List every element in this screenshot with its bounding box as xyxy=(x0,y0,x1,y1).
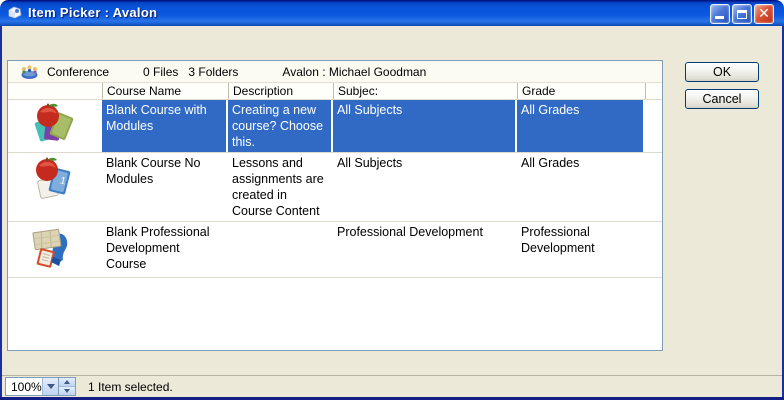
column-header-icon xyxy=(8,83,102,99)
maximize-button[interactable] xyxy=(732,4,752,24)
cell-gutter xyxy=(645,100,662,152)
chevron-down-icon xyxy=(64,389,70,393)
zoom-spinner xyxy=(59,377,76,396)
conference-header: Conference 0 Files 3 Folders Avalon : Mi… xyxy=(8,61,662,83)
cell-grade: Professional Development xyxy=(517,222,645,277)
zoom-level-value: 100% xyxy=(6,378,42,395)
window-title: Item Picker : Avalon xyxy=(28,5,157,21)
chevron-down-icon xyxy=(47,384,55,389)
conference-icon xyxy=(20,64,39,80)
item-list-panel: Conference 0 Files 3 Folders Avalon : Mi… xyxy=(7,60,663,351)
column-header-subject: Subjec: xyxy=(333,83,517,99)
close-button[interactable]: ✕ xyxy=(754,4,774,24)
cell-subject: All Subjects xyxy=(333,153,517,221)
row-icon-cell: 1 xyxy=(8,153,102,221)
minimize-button[interactable] xyxy=(710,4,730,24)
cell-description xyxy=(228,222,333,277)
cell-description: Lessons and assignments are created in C… xyxy=(228,153,333,221)
titlebar[interactable]: Item Picker : Avalon ✕ xyxy=(0,0,784,26)
zoom-level-combobox[interactable]: 100% xyxy=(5,377,59,396)
files-count: 0 Files xyxy=(143,65,178,79)
minimize-icon xyxy=(715,16,724,19)
owner-label: Avalon : Michael Goodman xyxy=(282,65,426,79)
column-header-description: Description xyxy=(228,83,333,99)
column-header-course-name: Course Name xyxy=(102,83,228,99)
row-icon-cell xyxy=(8,222,102,277)
close-icon: ✕ xyxy=(758,7,770,21)
column-header-gutter xyxy=(645,83,662,99)
cell-gutter xyxy=(645,153,662,221)
zoom-spin-down-button[interactable] xyxy=(59,386,75,395)
table-row[interactable]: 1 Blank Course No Modules Lessons and as… xyxy=(8,153,662,222)
window-border-left xyxy=(0,24,2,400)
zoom-spin-up-button[interactable] xyxy=(59,378,75,386)
cell-course-name: Blank Professional Development Course xyxy=(102,222,228,277)
folders-count: 3 Folders xyxy=(188,65,238,79)
cell-course-name: Blank Course No Modules xyxy=(102,153,228,221)
selection-status-text: 1 Item selected. xyxy=(88,380,173,394)
cell-subject: Professional Development xyxy=(333,222,517,277)
cell-course-name: Blank Course with Modules xyxy=(102,100,228,152)
table-header: Course Name Description Subjec: Grade xyxy=(8,83,662,100)
cancel-button[interactable]: Cancel xyxy=(685,89,759,109)
cell-description: Creating a new course? Choose this. xyxy=(228,100,333,152)
table-row[interactable]: Blank Course with Modules Creating a new… xyxy=(8,100,662,153)
zoom-dropdown-button[interactable] xyxy=(42,378,58,395)
course-with-modules-icon xyxy=(31,102,77,148)
cell-gutter xyxy=(645,222,662,277)
cell-subject: All Subjects xyxy=(333,100,517,152)
ok-button[interactable]: OK xyxy=(685,62,759,82)
status-bar: 100% 1 Item selected. xyxy=(2,375,782,397)
chevron-up-icon xyxy=(64,380,70,384)
table-row[interactable]: Blank Professional Development Course Pr… xyxy=(8,222,662,278)
professional-development-icon xyxy=(31,226,77,272)
window-icon[interactable] xyxy=(7,5,23,21)
column-header-grade: Grade xyxy=(517,83,645,99)
course-no-modules-icon: 1 xyxy=(31,157,77,203)
maximize-icon xyxy=(737,10,747,19)
row-icon-cell xyxy=(8,100,102,152)
conference-label: Conference xyxy=(47,65,109,79)
cell-grade: All Grades xyxy=(517,153,645,221)
titlebar-buttons: ✕ xyxy=(710,4,774,24)
cell-grade: All Grades xyxy=(517,100,645,152)
item-picker-dialog: Item Picker : Avalon ✕ Conference 0 File… xyxy=(0,0,784,400)
